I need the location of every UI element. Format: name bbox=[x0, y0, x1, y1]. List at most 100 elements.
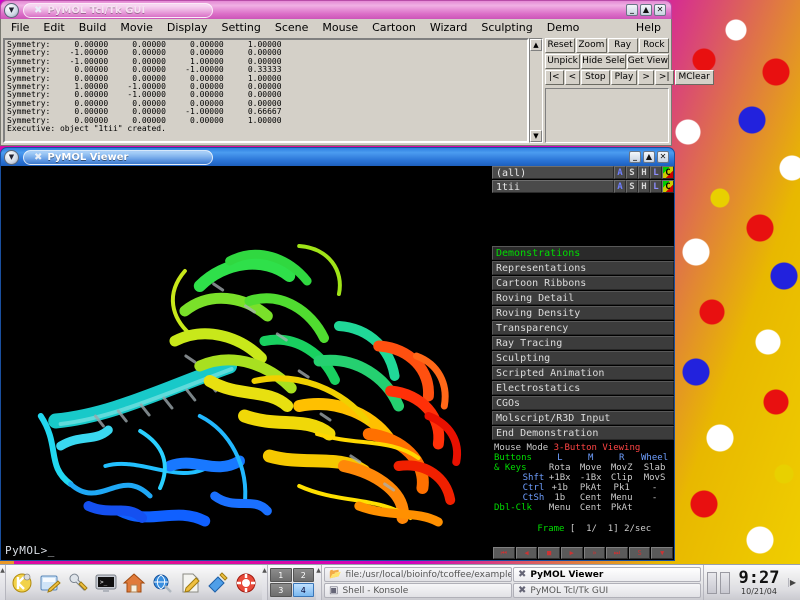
last-frame-button[interactable]: >| bbox=[654, 70, 674, 85]
menu-scene[interactable]: Scene bbox=[268, 19, 316, 36]
help-icon[interactable] bbox=[233, 570, 259, 596]
menu-item-roving-detail[interactable]: Roving Detail bbox=[492, 291, 674, 305]
label-button[interactable]: L bbox=[650, 180, 662, 193]
menu-item-electrostatics[interactable]: Electrostatics bbox=[492, 381, 674, 395]
frame-menu-button[interactable]: ▼ bbox=[651, 547, 673, 559]
pymol-command-prompt[interactable]: PyMOL>_ bbox=[5, 544, 55, 557]
tk-window-titlebar[interactable]: ▼ ✖ PyMOL Tcl/Tk GUI _ ▲ ✕ bbox=[0, 0, 672, 19]
console-output[interactable]: Symmetry: 0.00000 0.00000 0.00000 1.0000… bbox=[3, 38, 529, 143]
hide-sele-button[interactable]: Hide Sele bbox=[581, 54, 626, 69]
close-icon[interactable]: ✕ bbox=[657, 151, 669, 163]
frame-scene-button[interactable]: S bbox=[628, 547, 651, 559]
paint-icon[interactable] bbox=[205, 570, 231, 596]
pymol-viewer-window[interactable]: ▼ ✖ PyMOL Viewer _ ▲ ✕ PyMOL>_ (all) A S… bbox=[0, 147, 675, 561]
desktop-2-button[interactable]: 2 bbox=[292, 568, 314, 582]
panel-hide-arrow-icon[interactable]: ▶ bbox=[788, 578, 797, 587]
object-row-1tii[interactable]: 1tii A S H L C bbox=[492, 180, 674, 193]
window-menu-icon[interactable]: ▼ bbox=[4, 149, 19, 165]
show-button[interactable]: S bbox=[626, 180, 638, 193]
action-button[interactable]: A bbox=[614, 166, 626, 179]
virtual-desktop-pager[interactable]: 1 2 3 4 bbox=[268, 565, 316, 600]
viewer-window-titlebar[interactable]: ▼ ✖ PyMOL Viewer _ ▲ ✕ bbox=[0, 147, 675, 166]
frame-stop-button[interactable]: ■ bbox=[538, 547, 560, 559]
window-menu-icon[interactable]: ▼ bbox=[4, 2, 19, 18]
reset-button[interactable]: Reset bbox=[545, 38, 576, 53]
menu-sculpting[interactable]: Sculpting bbox=[474, 19, 539, 36]
maximize-icon[interactable]: ▲ bbox=[643, 151, 655, 163]
menu-wizard[interactable]: Wizard bbox=[423, 19, 475, 36]
mouse-mode-panel[interactable]: Mouse Mode 3-Button Viewing Buttons L M … bbox=[492, 441, 674, 513]
console-scrollbar[interactable]: ▲ ▼ bbox=[529, 38, 543, 143]
show-desktop-icon[interactable] bbox=[37, 570, 63, 596]
get-view-button[interactable]: Get View bbox=[626, 54, 669, 69]
menu-mouse[interactable]: Mouse bbox=[315, 19, 365, 36]
menu-help[interactable]: Help bbox=[629, 19, 668, 36]
rock-button[interactable]: Rock bbox=[638, 38, 669, 53]
home-folder-icon[interactable] bbox=[121, 570, 147, 596]
system-tray[interactable]: 9:27 10/21/04 ▶ bbox=[703, 565, 800, 600]
object-name[interactable]: (all) bbox=[492, 166, 614, 179]
menu-edit[interactable]: Edit bbox=[36, 19, 71, 36]
menu-setting[interactable]: Setting bbox=[214, 19, 267, 36]
frame-first-button[interactable]: ⏮ bbox=[493, 547, 515, 559]
molecule-3d-canvas[interactable]: PyMOL>_ bbox=[1, 166, 492, 560]
action-button[interactable]: A bbox=[614, 180, 626, 193]
frame-last-button[interactable]: ⏭ bbox=[606, 547, 628, 559]
desktop-4-button[interactable]: 4 bbox=[292, 583, 314, 597]
mclear-button[interactable]: MClear bbox=[674, 70, 714, 85]
label-button[interactable]: L bbox=[650, 166, 662, 179]
tray-applet-1-icon[interactable] bbox=[707, 571, 717, 594]
menu-item-cartoon-ribbons[interactable]: Cartoon Ribbons bbox=[492, 276, 674, 290]
close-icon[interactable]: ✕ bbox=[654, 4, 666, 16]
ray-button[interactable]: Ray bbox=[607, 38, 638, 53]
menu-movie[interactable]: Movie bbox=[113, 19, 160, 36]
frame-forward-button[interactable]: » bbox=[583, 547, 606, 559]
task-konqueror[interactable]: 📂 file:/usr/local/bioinfo/tcoffee/exampl… bbox=[324, 567, 512, 582]
hide-button[interactable]: H bbox=[638, 166, 650, 179]
task-pymol-tcltk-gui[interactable]: ✖ PyMOL Tcl/Tk GUI bbox=[513, 583, 701, 598]
menu-item-ray-tracing[interactable]: Ray Tracing bbox=[492, 336, 674, 350]
text-editor-icon[interactable] bbox=[177, 570, 203, 596]
terminal-icon[interactable]: >_ bbox=[93, 570, 119, 596]
stop-button[interactable]: Stop bbox=[581, 70, 610, 85]
task-pymol-viewer[interactable]: ✖ PyMOL Viewer bbox=[513, 567, 701, 582]
tray-applet-2-icon[interactable] bbox=[720, 571, 730, 594]
taskbar-clock[interactable]: 9:27 10/21/04 bbox=[733, 569, 785, 596]
color-button[interactable]: C bbox=[662, 180, 674, 193]
menu-item-representations[interactable]: Representations bbox=[492, 261, 674, 275]
menu-item-end-demonstration[interactable]: End Demonstration bbox=[492, 426, 674, 440]
desktop-3-button[interactable]: 3 bbox=[270, 583, 292, 597]
show-button[interactable]: S bbox=[626, 166, 638, 179]
mouse-mode-value[interactable]: 3-Button Viewing bbox=[554, 443, 641, 453]
web-browser-icon[interactable] bbox=[149, 570, 175, 596]
minimize-icon[interactable]: _ bbox=[626, 4, 638, 16]
menu-item-scripted-animation[interactable]: Scripted Animation bbox=[492, 366, 674, 380]
object-row-all[interactable]: (all) A S H L C bbox=[492, 166, 674, 179]
first-frame-button[interactable]: |< bbox=[545, 70, 564, 85]
menu-demo[interactable]: Demo bbox=[540, 19, 587, 36]
maximize-icon[interactable]: ▲ bbox=[640, 4, 652, 16]
hide-button[interactable]: H bbox=[638, 180, 650, 193]
object-name[interactable]: 1tii bbox=[492, 180, 614, 193]
menu-item-roving-density[interactable]: Roving Density bbox=[492, 306, 674, 320]
pymol-tcltk-gui-window[interactable]: ▼ ✖ PyMOL Tcl/Tk GUI _ ▲ ✕ File Edit Bui… bbox=[0, 0, 714, 146]
zoom-button[interactable]: Zoom bbox=[576, 38, 607, 53]
menu-cartoon[interactable]: Cartoon bbox=[365, 19, 423, 36]
color-button[interactable]: C bbox=[662, 166, 674, 179]
desktop-1-button[interactable]: 1 bbox=[270, 568, 292, 582]
frame-play-button[interactable]: ▶ bbox=[560, 547, 583, 559]
menu-file[interactable]: File bbox=[4, 19, 36, 36]
scrollbar-trough[interactable] bbox=[530, 51, 542, 130]
play-button[interactable]: Play bbox=[610, 70, 638, 85]
menu-item-cgos[interactable]: CGOs bbox=[492, 396, 674, 410]
menu-build[interactable]: Build bbox=[72, 19, 114, 36]
config-tools-icon[interactable] bbox=[65, 570, 91, 596]
menu-item-sculpting[interactable]: Sculpting bbox=[492, 351, 674, 365]
frame-prev-button[interactable]: ◀ bbox=[515, 547, 538, 559]
minimize-icon[interactable]: _ bbox=[629, 151, 641, 163]
kde-taskbar[interactable]: ▲ >_ ▲ 1 2 3 4 ▲ 📂 file:/usr/local/bioin… bbox=[0, 564, 800, 600]
k-menu-icon[interactable] bbox=[9, 570, 35, 596]
scroll-up-icon[interactable]: ▲ bbox=[530, 39, 542, 51]
prev-frame-button[interactable]: < bbox=[564, 70, 581, 85]
menu-display[interactable]: Display bbox=[160, 19, 215, 36]
